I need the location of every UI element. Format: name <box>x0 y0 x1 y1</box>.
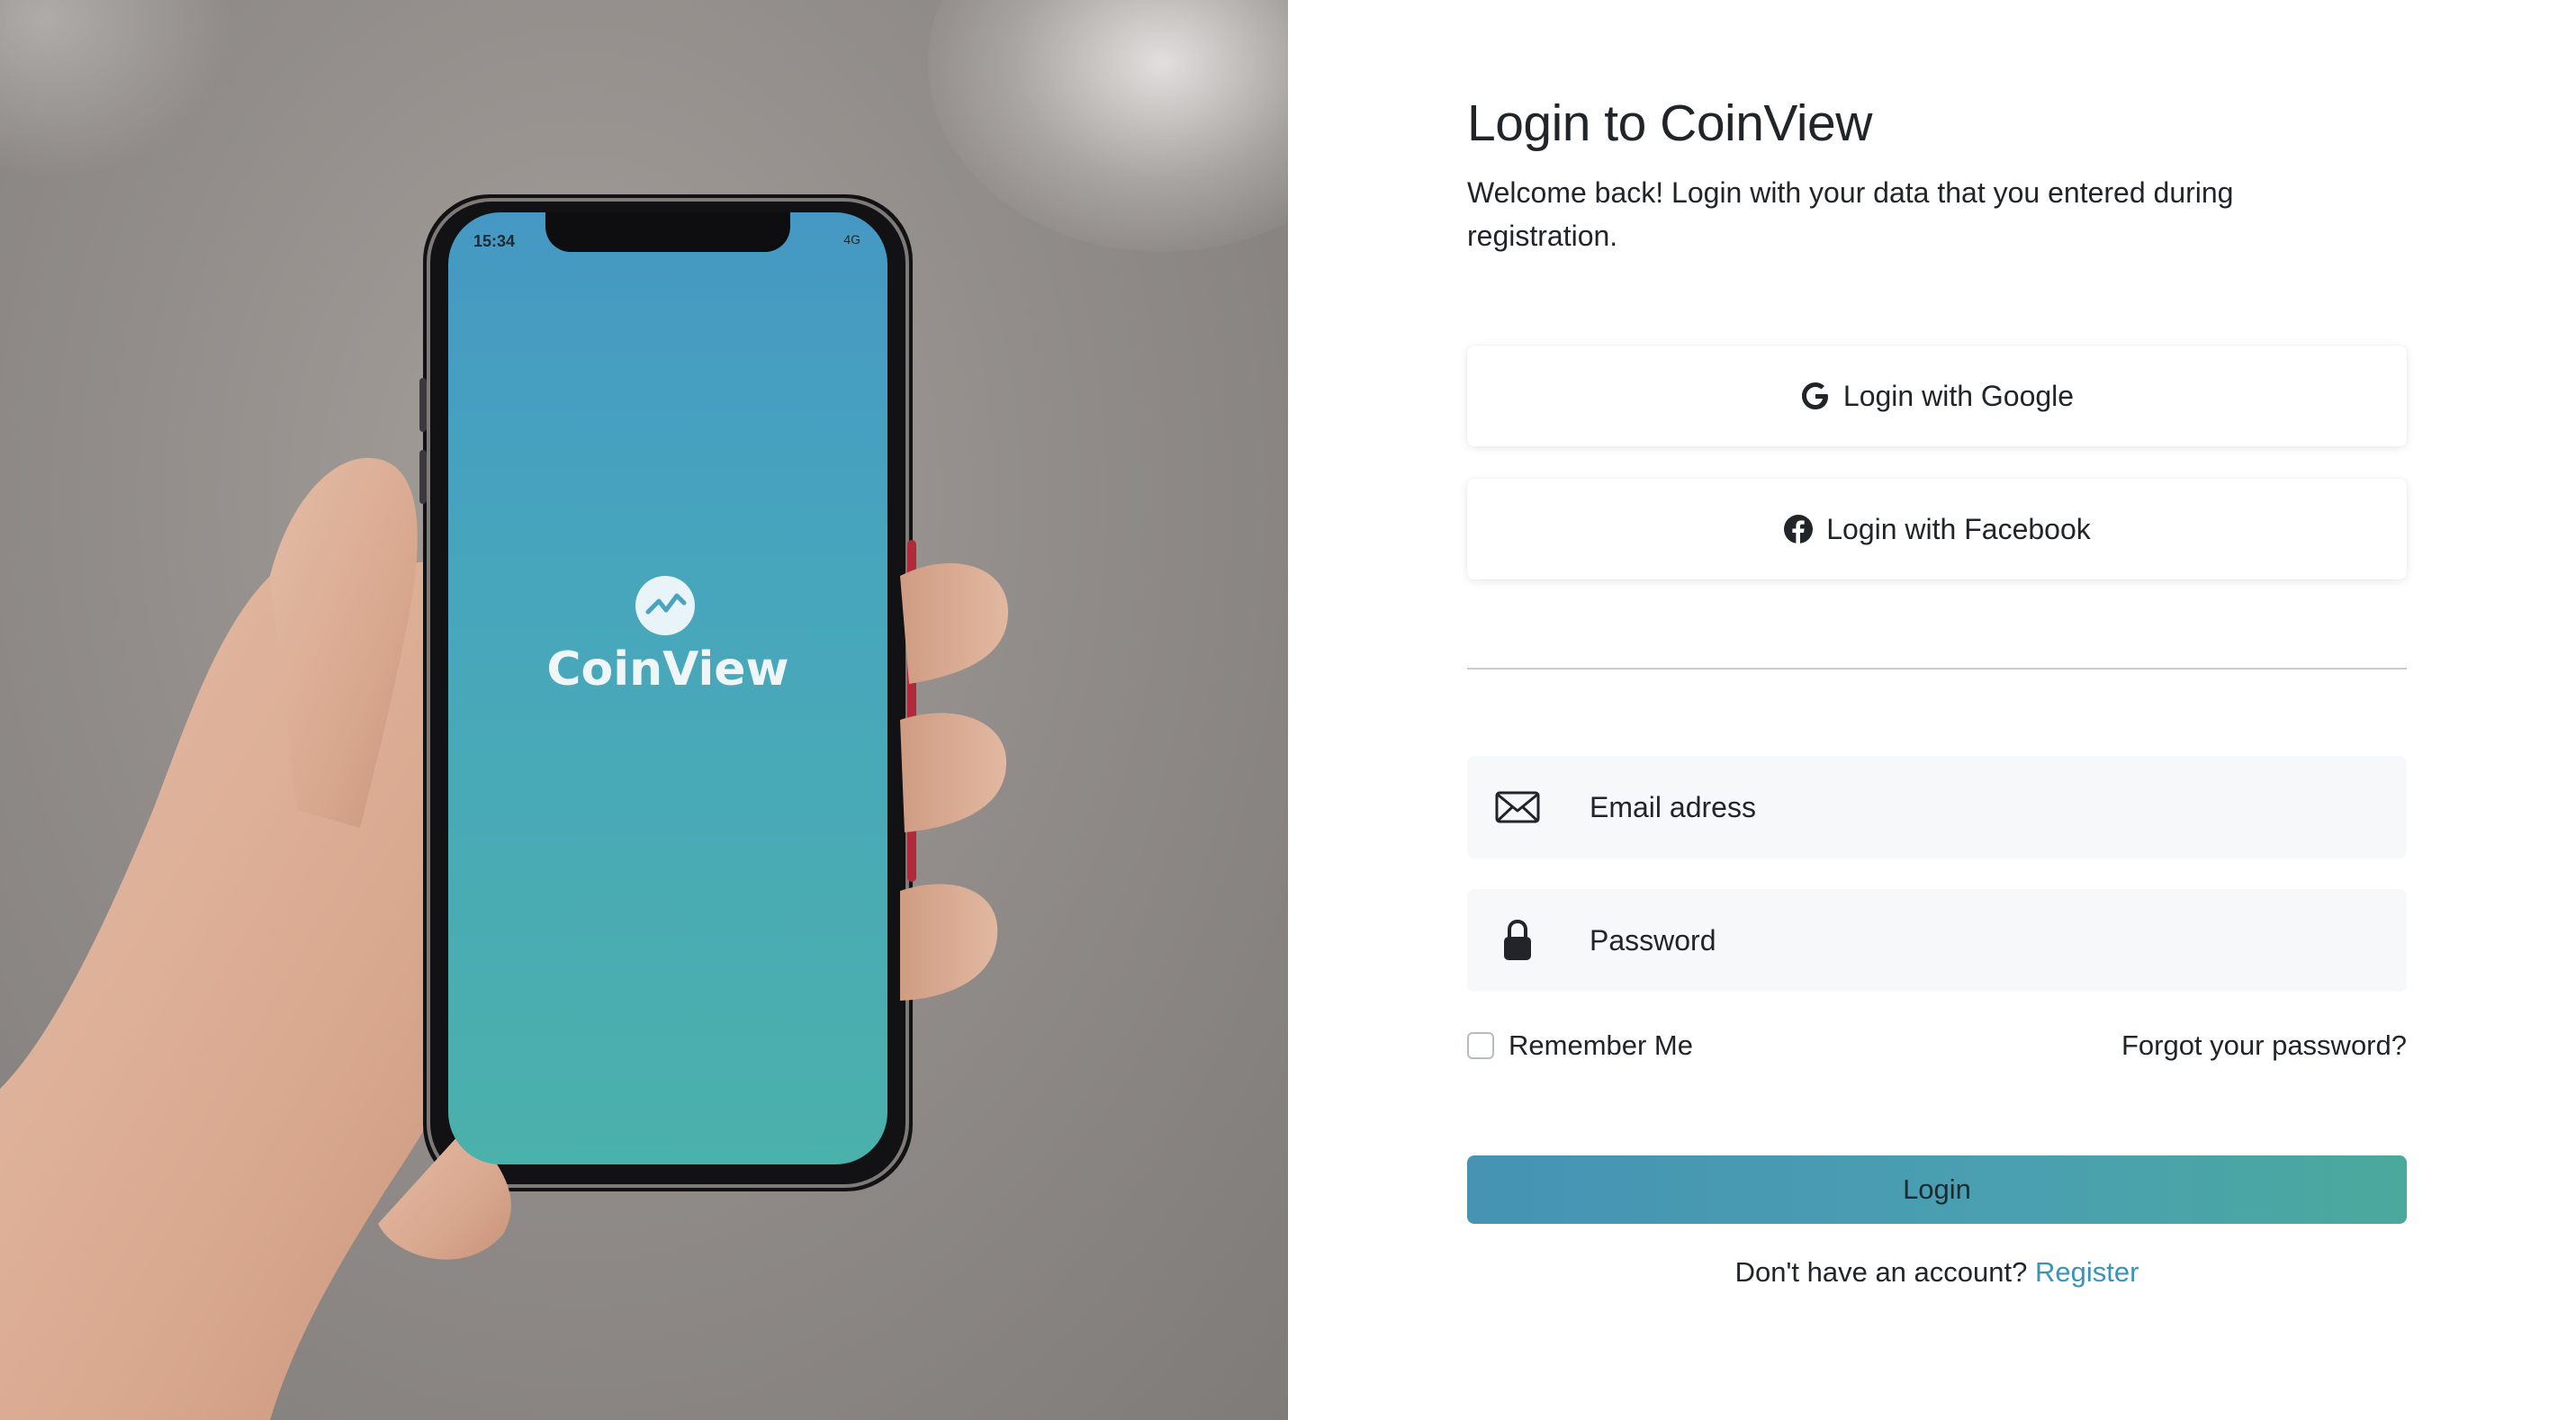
trend-chart-icon <box>635 576 695 635</box>
remember-me-label: Remember Me <box>1509 1029 1693 1061</box>
email-input[interactable] <box>1590 790 2382 824</box>
login-button[interactable]: Login <box>1467 1155 2407 1224</box>
google-button-label: Login with Google <box>1842 379 2075 412</box>
app-name: CoinView <box>546 643 789 697</box>
remember-me[interactable]: Remember Me <box>1467 1029 1693 1062</box>
forgot-password-link[interactable]: Forgot your password? <box>2121 1029 2407 1062</box>
page-subtitle: Welcome back! Login with your data that … <box>1467 176 2234 252</box>
lock-icon <box>1467 917 1568 964</box>
remember-me-checkbox[interactable] <box>1467 1032 1494 1059</box>
divider <box>1467 668 2407 670</box>
facebook-button-label: Login with Facebook <box>1826 512 2091 545</box>
password-input[interactable] <box>1590 923 2382 957</box>
hero-photo: 15:34 4G CoinView <box>0 0 1288 1420</box>
page-title: Login to CoinView <box>1467 94 1872 152</box>
login-with-facebook-button[interactable]: Login with Facebook <box>1467 479 2407 580</box>
register-link[interactable]: Register <box>2035 1256 2139 1288</box>
password-field-container <box>1467 889 2407 992</box>
google-g-icon <box>1800 381 1831 411</box>
remember-row: Remember Me Forgot your password? <box>1467 1028 2407 1064</box>
login-with-google-button[interactable]: Login with Google <box>1467 346 2407 446</box>
email-field-container <box>1467 756 2407 858</box>
facebook-icon <box>1783 514 1814 544</box>
phone-notch <box>545 212 790 252</box>
register-prompt: Don't have an account? Register <box>1467 1256 2407 1289</box>
status-time: 15:34 <box>473 232 516 250</box>
status-network: 4G <box>843 232 860 247</box>
phone-screen: 15:34 4G CoinView <box>448 212 887 1164</box>
envelope-icon <box>1467 789 1568 825</box>
no-account-text: Don't have an account? <box>1734 1256 2035 1288</box>
